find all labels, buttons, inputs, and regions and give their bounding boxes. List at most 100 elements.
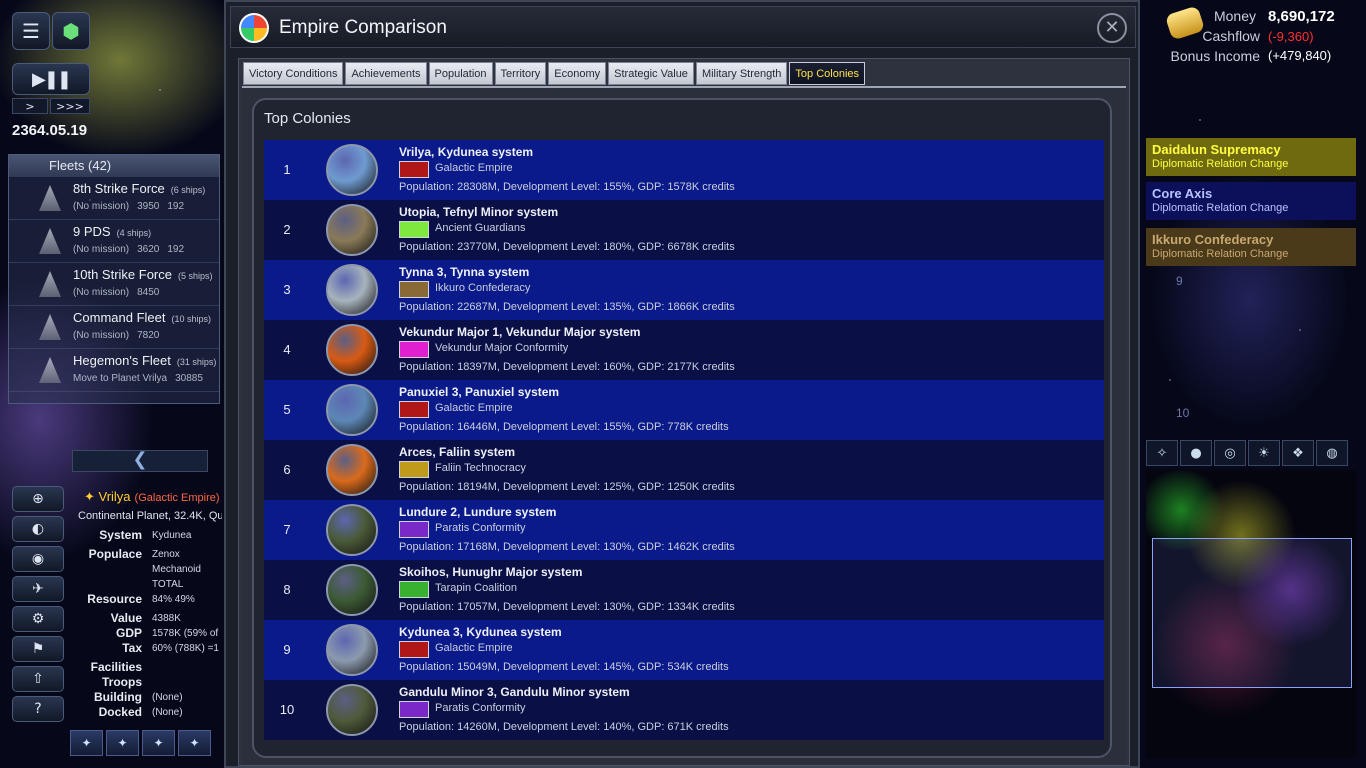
fleet-ship-icon bbox=[39, 185, 61, 211]
fleet-row[interactable]: Hegemon's Fleet (31 ships) Move to Planet… bbox=[9, 349, 219, 392]
troops-icon: ⇧ bbox=[32, 671, 44, 687]
colony-row[interactable]: 5 Panuxiel 3, Panuxiel system Galactic Emp… bbox=[264, 380, 1104, 440]
fleets-header[interactable]: Fleets (42) bbox=[9, 155, 219, 177]
notice-diplomacy[interactable]: Ikkuro Confederacy Diplomatic Relation C… bbox=[1146, 228, 1356, 266]
settings-button[interactable]: ⚙ bbox=[12, 606, 64, 632]
flag-icon: ⚑ bbox=[31, 641, 45, 657]
fleet-name: 9 PDS bbox=[73, 224, 111, 239]
fleet-action-button[interactable]: ✦ bbox=[178, 730, 211, 756]
fleet-ship-icon bbox=[39, 271, 61, 297]
gdp-label: GDP bbox=[115, 626, 142, 640]
planet-icon: ◐ bbox=[31, 521, 45, 537]
chevron-left-icon: ❮ bbox=[132, 449, 148, 470]
minimap-tab[interactable]: ☀ bbox=[1248, 440, 1280, 466]
colony-row[interactable]: 10 Gandulu Minor 3, Gandulu Minor system P… bbox=[264, 680, 1104, 740]
gear-icon: ⚙ bbox=[31, 611, 45, 627]
ship-button[interactable]: ✈ bbox=[12, 576, 64, 602]
minimap-tab[interactable]: ◎ bbox=[1214, 440, 1246, 466]
planet-thumbnail bbox=[326, 564, 378, 616]
planet-view-button[interactable]: ◐ bbox=[12, 516, 64, 542]
planet-name: Vrilya bbox=[98, 489, 131, 504]
colony-name: Vekundur Major 1, Vekundur Major system bbox=[399, 325, 641, 339]
fleet-fuel: 3620 bbox=[137, 244, 160, 255]
colony-rank: 6 bbox=[283, 462, 291, 477]
menu-list-button[interactable]: ☰ bbox=[12, 12, 50, 50]
money-label: Money bbox=[1213, 8, 1256, 24]
notice-diplomacy[interactable]: Core Axis Diplomatic Relation Change bbox=[1146, 182, 1356, 220]
fleets-prev-button[interactable]: ❮ bbox=[72, 450, 208, 472]
dialog-titlebar: Empire Comparison ✕ bbox=[230, 6, 1136, 48]
system-value: Kydunea bbox=[152, 530, 192, 541]
colony-rank: 1 bbox=[283, 162, 291, 177]
fleet-row[interactable]: 8th Strike Force (6 ships) (No mission) 39… bbox=[9, 177, 219, 220]
fleet-count: (10 ships) bbox=[171, 314, 211, 324]
colony-row[interactable]: 4 Vekundur Major 1, Vekundur Major system… bbox=[264, 320, 1104, 380]
troops-button[interactable]: ⇧ bbox=[12, 666, 64, 692]
tab-victory-conditions[interactable]: Victory Conditions bbox=[243, 62, 344, 85]
eye-icon: ◉ bbox=[31, 551, 45, 567]
galaxy-minimap[interactable] bbox=[1146, 470, 1356, 758]
colony-row[interactable]: 3 Tynna 3, Tynna system Ikkuro Confederacy… bbox=[264, 260, 1104, 320]
notice-subtitle: Diplomatic Relation Change bbox=[1152, 158, 1289, 170]
colony-row[interactable]: 9 Kydunea 3, Kydunea system Galactic Empir… bbox=[264, 620, 1104, 680]
fleet-row[interactable]: Command Fleet (10 ships) (No mission) 7820 bbox=[9, 306, 219, 349]
question-icon: ? bbox=[34, 701, 42, 717]
list-icon: ☰ bbox=[22, 19, 40, 43]
planet-thumbnail bbox=[326, 444, 378, 496]
speed-up-button[interactable]: >>> bbox=[50, 98, 90, 114]
close-icon: ✕ bbox=[1104, 17, 1120, 38]
fleet-action-button[interactable]: ✦ bbox=[70, 730, 103, 756]
play-pause-button[interactable]: ▶❚❚ bbox=[12, 63, 90, 95]
planet-icon: ● bbox=[1190, 445, 1202, 461]
tab-economy[interactable]: Economy bbox=[548, 62, 607, 85]
eye-button[interactable]: ◉ bbox=[12, 546, 64, 572]
fleet-action-bar: ✦ ✦ ✦ ✦ bbox=[70, 730, 222, 756]
fleet-ship-icon bbox=[39, 357, 61, 383]
map-label: 10 bbox=[1176, 406, 1190, 420]
help-query-button[interactable]: ? bbox=[12, 696, 64, 722]
colony-name: Tynna 3, Tynna system bbox=[399, 265, 530, 279]
tab-top-colonies[interactable]: Top Colonies bbox=[789, 62, 866, 85]
fleet-ship-icon bbox=[39, 314, 61, 340]
fleet-group-icon: ✦ bbox=[189, 736, 200, 750]
colony-row[interactable]: 2 Utopia, Tefnyl Minor system Ancient Guar… bbox=[264, 200, 1104, 260]
tab-territory[interactable]: Territory bbox=[494, 62, 547, 85]
colony-row[interactable]: 7 Lundure 2, Lundure system Paratis Confor… bbox=[264, 500, 1104, 560]
fleet-count: (6 ships) bbox=[170, 185, 206, 195]
tab-population[interactable]: Population bbox=[428, 62, 493, 85]
colony-stats: Population: 23770M, Development Level: 1… bbox=[399, 241, 735, 253]
tab-military-strength[interactable]: Military Strength bbox=[695, 62, 788, 85]
minimap-tab[interactable]: ◍ bbox=[1316, 440, 1348, 466]
fleet-name: Command Fleet bbox=[73, 310, 166, 325]
flag-button[interactable]: ⚑ bbox=[12, 636, 64, 662]
tab-strategic-value[interactable]: Strategic Value bbox=[608, 62, 694, 85]
fleet-row[interactable]: 9 PDS (4 ships) (No mission) 3620 192 bbox=[9, 220, 219, 263]
colony-name: Vrilya, Kydunea system bbox=[399, 145, 534, 159]
tab-achievements[interactable]: Achievements bbox=[345, 62, 427, 85]
gdp-value: 1578K (59% of bbox=[152, 628, 219, 639]
target-lock-button[interactable]: ⊕ bbox=[12, 486, 64, 512]
colony-stats: Population: 22687M, Development Level: 1… bbox=[399, 301, 735, 313]
colony-row[interactable]: 1 Vrilya, Kydunea system Galactic Empire Po… bbox=[264, 140, 1104, 200]
minimap-viewport[interactable] bbox=[1152, 538, 1352, 688]
colony-rank: 2 bbox=[283, 222, 291, 237]
notice-title: Ikkuro Confederacy bbox=[1152, 232, 1274, 247]
value-label: Value bbox=[110, 611, 142, 625]
fleet-row[interactable]: 10th Strike Force (5 ships) (No mission) 8… bbox=[9, 263, 219, 306]
colony-empire: Vekundur Major Conformity bbox=[435, 342, 569, 354]
minimap-tab[interactable]: ✧ bbox=[1146, 440, 1178, 466]
minimap-tab[interactable]: ● bbox=[1180, 440, 1212, 466]
close-button[interactable]: ✕ bbox=[1097, 13, 1127, 43]
colony-empire: Ikkuro Confederacy bbox=[435, 282, 531, 294]
help-button[interactable]: ⬢ bbox=[52, 12, 90, 50]
empire-flag-icon bbox=[399, 401, 429, 418]
value-value: 4388K bbox=[152, 613, 181, 624]
speed-down-button[interactable]: > bbox=[12, 98, 48, 114]
colony-row[interactable]: 8 Skoihos, Hunughr Major system Tarapin Co… bbox=[264, 560, 1104, 620]
notice-diplomacy[interactable]: Daidalun Supremacy Diplomatic Relation C… bbox=[1146, 138, 1356, 176]
minimap-tab[interactable]: ❖ bbox=[1282, 440, 1314, 466]
fleet-action-button[interactable]: ✦ bbox=[106, 730, 139, 756]
colony-row[interactable]: 6 Arces, Faliin system Faliin Technocracy P… bbox=[264, 440, 1104, 500]
fleet-action-button[interactable]: ✦ bbox=[142, 730, 175, 756]
colony-rank: 9 bbox=[283, 642, 291, 657]
